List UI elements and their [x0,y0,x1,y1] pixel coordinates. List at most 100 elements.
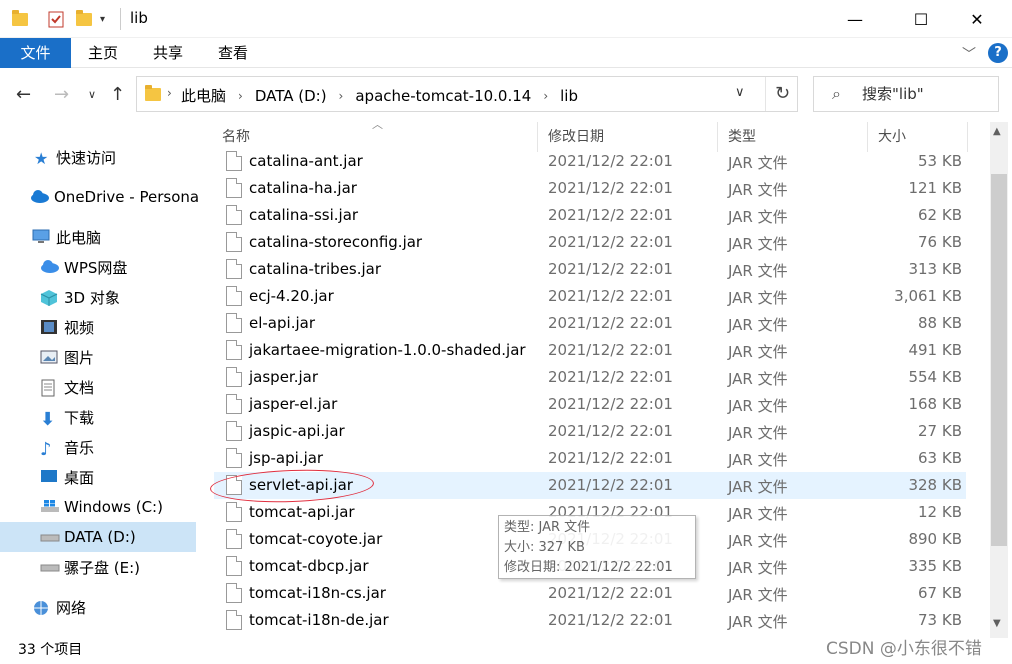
scroll-up-icon[interactable]: ▲ [993,126,1001,137]
breadcrumb-data-drive[interactable]: DATA (D:) [255,87,327,105]
file-date: 2021/12/2 22:01 [548,368,673,386]
file-size: 3,061 KB [894,287,962,305]
file-date: 2021/12/2 22:01 [548,314,673,332]
close-button[interactable]: ✕ [954,0,1000,38]
drive-icon [40,529,60,545]
up-arrow-icon[interactable]: ↑ [110,84,125,105]
table-row[interactable]: jasper-el.jar 2021/12/2 22:01 JAR 文件 168 KB [214,391,966,418]
nav-item-quick-access[interactable]: ★ 快速访问 [0,142,196,172]
file-date: 2021/12/2 22:01 [548,611,673,629]
file-size: 63 KB [918,449,962,467]
file-name: servlet-api.jar [249,476,353,494]
nav-label: 下载 [64,408,95,427]
file-name: tomcat-i18n-cs.jar [249,584,386,602]
table-row[interactable]: tomcat-i18n-cs.jar 2021/12/2 22:01 JAR 文件 6… [214,580,966,607]
address-row: ← → ∨ ↑ › 此电脑 › DATA (D:) › apache-tomca… [0,68,1012,122]
tab-view[interactable]: 查看 [208,38,258,68]
table-row[interactable]: catalina-ant.jar 2021/12/2 22:01 JAR 文件 53 … [214,148,966,175]
tab-file[interactable]: 文件 [0,38,71,68]
expand-ribbon-icon[interactable]: ﹀ [962,44,976,64]
nav-item-documents[interactable]: 文档 [0,372,196,402]
nav-item-e-drive[interactable]: 骡子盘 (E:) [0,552,196,582]
nav-item-pictures[interactable]: 图片 [0,342,196,372]
table-row[interactable]: catalina-ha.jar 2021/12/2 22:01 JAR 文件 121 … [214,175,966,202]
file-size: 88 KB [918,314,962,332]
tab-share[interactable]: 共享 [143,38,193,68]
nav-item-windows-c[interactable]: Windows (C:) [0,492,196,522]
nav-item-downloads[interactable]: ⬇ 下载 [0,402,196,432]
maximize-button[interactable]: ☐ [898,0,944,38]
file-size: 12 KB [918,503,962,521]
search-box[interactable]: ⌕ [813,76,999,112]
table-row[interactable]: jsp-api.jar 2021/12/2 22:01 JAR 文件 63 KB [214,445,966,472]
file-size: 328 KB [908,476,962,494]
picture-icon [40,349,58,365]
file-type: JAR 文件 [728,532,788,550]
file-date: 2021/12/2 22:01 [548,584,673,602]
nav-item-this-pc[interactable]: 此电脑 [0,222,196,252]
nav-item-music[interactable]: ♪ 音乐 [0,432,196,462]
breadcrumb-this-pc[interactable]: 此电脑 [181,85,226,106]
file-date: 2021/12/2 22:01 [548,422,673,440]
file-name: tomcat-dbcp.jar [249,557,369,575]
file-type: JAR 文件 [728,289,788,307]
address-folder-icon [145,85,161,101]
properties-icon[interactable] [48,8,64,30]
table-row[interactable]: catalina-storeconfig.jar 2021/12/2 22:01 J… [214,229,966,256]
nav-item-network[interactable]: 网络 [0,592,196,622]
new-folder-icon[interactable] [76,8,92,30]
chevron-down-icon[interactable]: ∨ [735,85,745,100]
scroll-down-icon[interactable]: ▼ [993,618,1001,629]
address-bar[interactable]: › 此电脑 › DATA (D:) › apache-tomcat-10.0.1… [136,76,798,112]
jar-file-icon [226,475,242,495]
cube-icon [40,289,58,306]
table-row[interactable]: jakartaee-migration-1.0.0-shaded.jar 2021… [214,337,966,364]
recent-locations-icon[interactable]: ∨ [88,88,96,101]
file-name: tomcat-coyote.jar [249,530,383,548]
nav-item-desktop[interactable]: 桌面 [0,462,196,492]
jar-file-icon [226,448,242,468]
table-row[interactable]: ecj-4.20.jar 2021/12/2 22:01 JAR 文件 3,061 K… [214,283,966,310]
customize-toolbar-icon[interactable]: ▾ [100,8,105,30]
nav-item-3d-objects[interactable]: 3D 对象 [0,282,196,312]
file-type: JAR 文件 [728,235,788,253]
breadcrumb-tomcat[interactable]: apache-tomcat-10.0.14 [355,87,531,105]
cloud-drive-icon [40,259,59,275]
nav-label: 文档 [64,378,95,397]
file-type: JAR 文件 [728,208,788,226]
file-size: 491 KB [908,341,962,359]
chevron-right-icon: › [167,86,172,100]
nav-item-onedrive[interactable]: OneDrive - Persona [0,182,198,212]
vertical-scrollbar[interactable]: ▲ ▼ [990,122,1008,638]
table-row[interactable]: catalina-tribes.jar 2021/12/2 22:01 JAR 文件… [214,256,966,283]
scroll-thumb[interactable] [991,174,1007,546]
help-button[interactable]: ? [988,43,1008,63]
table-row[interactable]: jasper.jar 2021/12/2 22:01 JAR 文件 554 KB [214,364,966,391]
table-row[interactable]: jaspic-api.jar 2021/12/2 22:01 JAR 文件 27 KB [214,418,966,445]
file-date: 2021/12/2 22:01 [548,476,673,494]
refresh-icon[interactable]: ↻ [765,77,799,111]
nav-item-videos[interactable]: 视频 [0,312,196,342]
table-row[interactable]: catalina-ssi.jar 2021/12/2 22:01 JAR 文件 62 … [214,202,966,229]
table-row[interactable]: el-api.jar 2021/12/2 22:01 JAR 文件 88 KB [214,310,966,337]
search-input[interactable] [862,82,992,106]
title-bar: ▾ lib — ☐ ✕ [0,0,1012,38]
windows-drive-icon [40,499,59,515]
table-row[interactable]: tomcat-i18n-de.jar 2021/12/2 22:01 JAR 文件 7… [214,607,966,634]
table-row[interactable]: servlet-api.jar 2021/12/2 22:01 JAR 文件 328 … [214,472,966,499]
nav-label: 快速访问 [56,148,117,167]
file-tooltip: 类型: JAR 文件 大小: 327 KB 修改日期: 2021/12/2 22… [498,515,696,579]
jar-file-icon [226,583,242,603]
nav-item-wps[interactable]: WPS网盘 [0,252,196,282]
file-name: tomcat-api.jar [249,503,355,521]
jar-file-icon [226,367,242,387]
file-type: JAR 文件 [728,154,788,172]
jar-file-icon [226,610,242,630]
breadcrumb-lib[interactable]: lib [560,87,578,105]
back-arrow-icon[interactable]: ← [16,84,31,105]
tab-home[interactable]: 主页 [78,38,128,68]
file-type: JAR 文件 [728,424,788,442]
minimize-button[interactable]: — [832,0,878,38]
forward-arrow-icon[interactable]: → [54,84,69,105]
nav-item-data-d[interactable]: DATA (D:) [0,522,196,552]
